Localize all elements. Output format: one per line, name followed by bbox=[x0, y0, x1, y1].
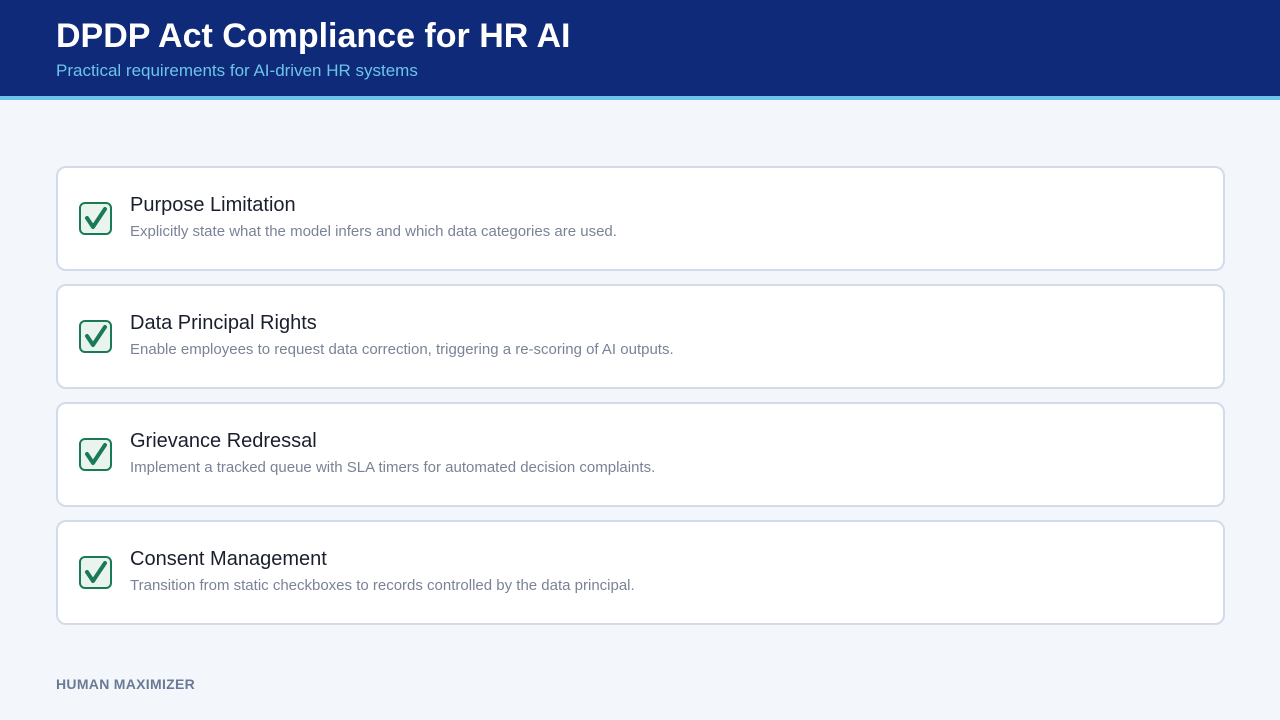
requirement-card-consent-management: Consent Management Transition from stati… bbox=[56, 520, 1225, 625]
requirements-list: Purpose Limitation Explicitly state what… bbox=[56, 166, 1225, 638]
checkbox-checked-icon bbox=[79, 556, 112, 589]
requirement-description: Implement a tracked queue with SLA timer… bbox=[130, 459, 656, 476]
requirement-title: Purpose Limitation bbox=[130, 194, 296, 216]
checkbox-checked-icon bbox=[79, 202, 112, 235]
header-accent-stripe bbox=[0, 96, 1280, 100]
requirement-card-data-principal-rights: Data Principal Rights Enable employees t… bbox=[56, 284, 1225, 389]
checkbox-checked-icon bbox=[79, 320, 112, 353]
requirement-description: Transition from static checkboxes to rec… bbox=[130, 577, 635, 594]
requirement-title: Data Principal Rights bbox=[130, 312, 317, 334]
requirement-title: Grievance Redressal bbox=[130, 430, 317, 452]
requirement-title: Consent Management bbox=[130, 548, 327, 570]
footer-brand: HUMAN MAXIMIZER bbox=[56, 676, 196, 692]
page-subtitle: Practical requirements for AI-driven HR … bbox=[56, 61, 418, 80]
checkbox-checked-icon bbox=[79, 438, 112, 471]
header-bar: DPDP Act Compliance for HR AI Practical … bbox=[0, 0, 1280, 96]
requirement-description: Enable employees to request data correct… bbox=[130, 341, 674, 358]
page-title: DPDP Act Compliance for HR AI bbox=[56, 17, 571, 55]
requirement-card-grievance-redressal: Grievance Redressal Implement a tracked … bbox=[56, 402, 1225, 507]
requirement-card-purpose-limitation: Purpose Limitation Explicitly state what… bbox=[56, 166, 1225, 271]
requirement-description: Explicitly state what the model infers a… bbox=[130, 223, 617, 240]
